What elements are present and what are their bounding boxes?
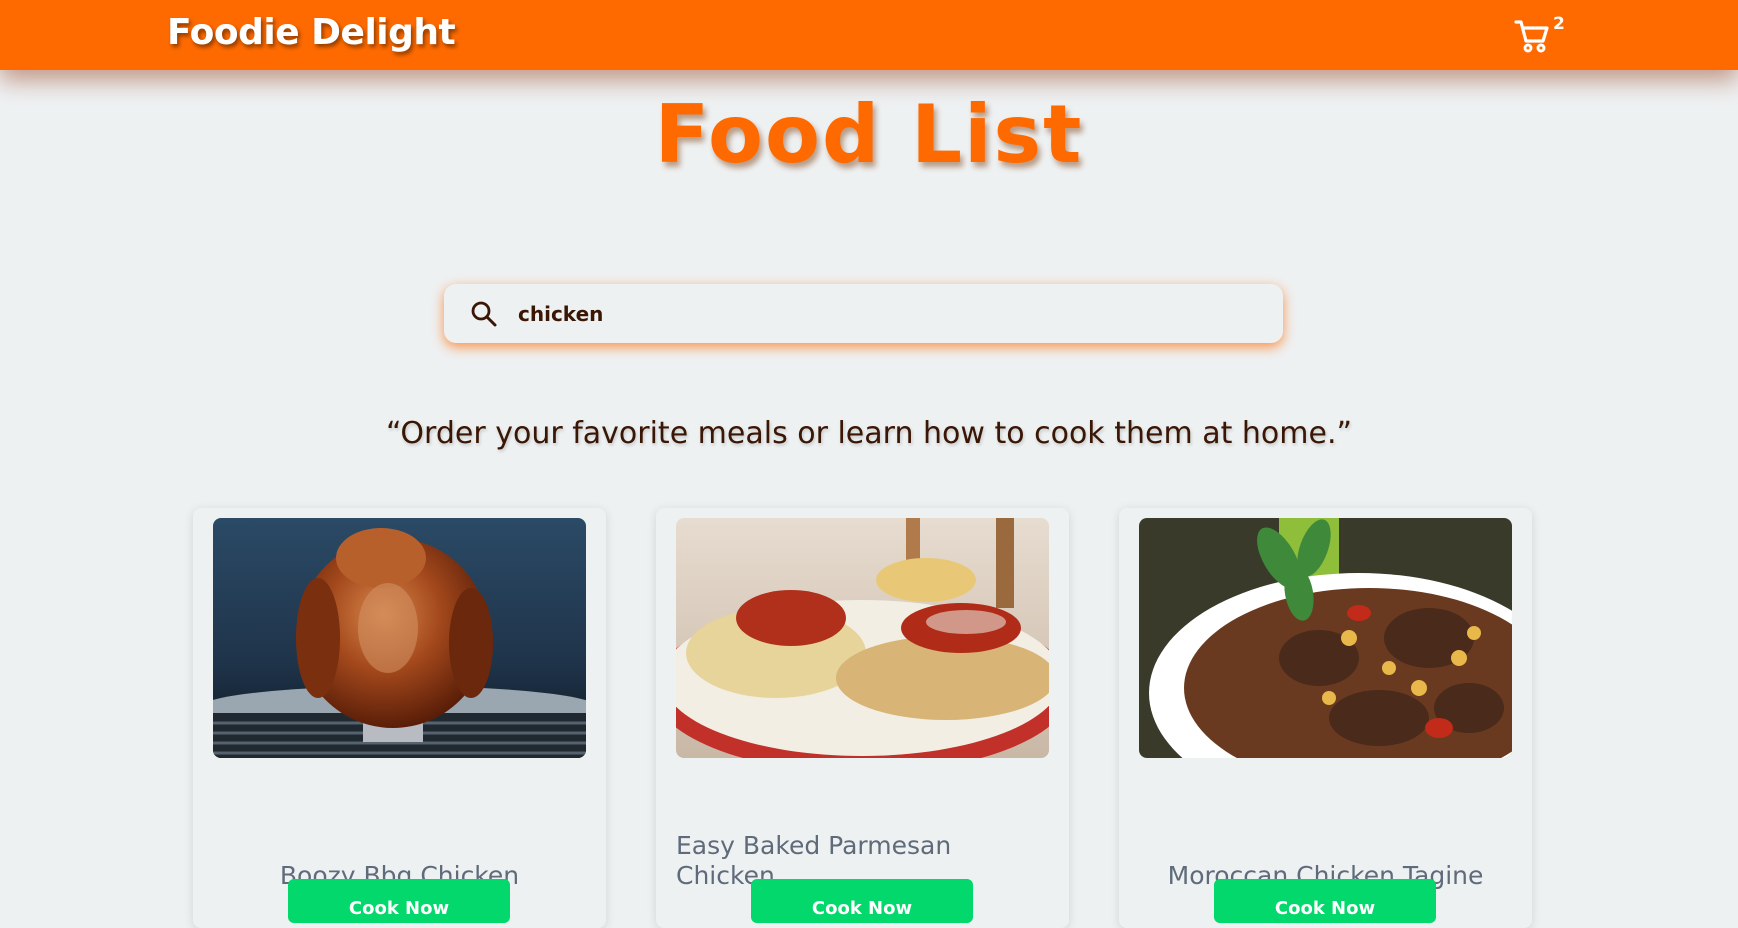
- cook-now-button[interactable]: Cook Now: [288, 879, 510, 923]
- cart-button[interactable]: 2: [1514, 14, 1566, 58]
- food-image-parmesan-chicken[interactable]: [676, 518, 1049, 758]
- search-bar[interactable]: [444, 284, 1283, 343]
- brand-logo[interactable]: Foodie Delight: [167, 12, 456, 53]
- cook-now-button[interactable]: Cook Now: [1214, 879, 1436, 923]
- search-input[interactable]: [518, 294, 1258, 334]
- food-image-bbq-chicken[interactable]: [213, 518, 586, 758]
- cart-count-badge: 2: [1553, 14, 1565, 34]
- shopping-cart-icon: [1514, 20, 1549, 53]
- cook-now-button[interactable]: Cook Now: [751, 879, 973, 923]
- tagline-quote: “Order your favorite meals or learn how …: [385, 416, 1353, 451]
- food-card: Easy Baked Parmesan Chicken Cook Now: [656, 508, 1069, 928]
- search-icon: [471, 301, 497, 327]
- page-title: Food List: [654, 88, 1084, 181]
- food-image-chicken-tagine[interactable]: [1139, 518, 1512, 758]
- food-card: Moroccan Chicken Tagine Cook Now: [1119, 508, 1532, 928]
- top-navbar: Foodie Delight 2: [0, 0, 1738, 70]
- food-card: Boozy Bbq Chicken Cook Now: [193, 508, 606, 928]
